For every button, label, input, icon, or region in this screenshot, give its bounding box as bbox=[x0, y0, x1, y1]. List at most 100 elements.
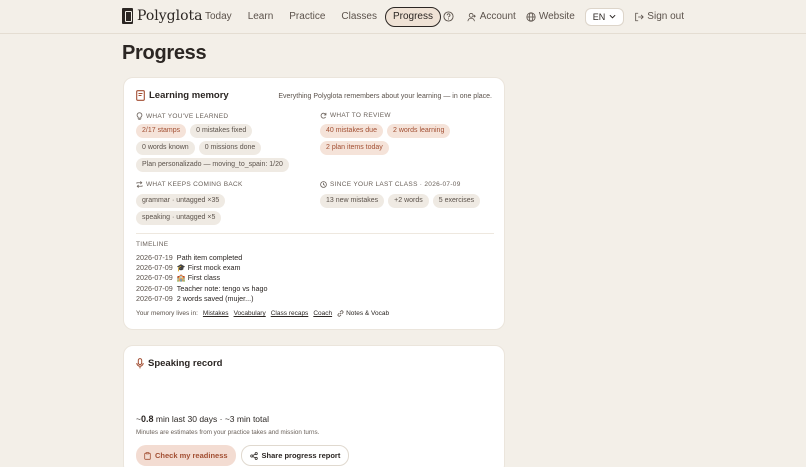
timeline-date: 2026-07-09 bbox=[136, 293, 173, 303]
timeline-row: 2026-07-09 Teacher note: tengo vs hago bbox=[136, 284, 268, 294]
nav-link-today[interactable]: Today bbox=[205, 8, 232, 26]
timeline-text: 🎓 First mock exam bbox=[176, 263, 241, 273]
chip-plan-items[interactable]: 2 plan items today bbox=[320, 141, 389, 155]
timeline-date: 2026-07-09 bbox=[136, 263, 173, 273]
learning-memory-title: Learning memory bbox=[149, 90, 229, 101]
link-notes-vocab-label: Notes & Vocab bbox=[346, 310, 390, 317]
coming-back-chips: grammar · untagged ×35 speaking · untagg… bbox=[136, 194, 311, 228]
clock-icon bbox=[320, 181, 327, 188]
chip-exercises[interactable]: 5 exercises bbox=[432, 194, 481, 208]
since-class-chips: 13 new mistakes +2 words 5 exercises bbox=[320, 194, 500, 211]
nav-link-practice[interactable]: Practice bbox=[289, 8, 325, 26]
brand[interactable]: Polyglota bbox=[122, 7, 203, 25]
coming-back-section-title: WHAT KEEPS COMING BACK bbox=[136, 181, 243, 188]
learned-section-title: WHAT YOU'VE LEARNED bbox=[136, 112, 228, 120]
chip-missions-done[interactable]: 0 missions done bbox=[198, 141, 262, 155]
learning-memory-header: Learning memory bbox=[136, 90, 229, 101]
speaking-minutes: 0.8 bbox=[140, 414, 154, 424]
link-coach[interactable]: Coach bbox=[313, 310, 332, 317]
help-button[interactable] bbox=[443, 11, 457, 22]
book-icon bbox=[136, 90, 145, 101]
page-title: Progress bbox=[122, 42, 207, 64]
nav-link-learn[interactable]: Learn bbox=[248, 8, 274, 26]
language-select[interactable]: EN bbox=[584, 7, 625, 26]
timeline-row: 2026-07-09 🎓 First mock exam bbox=[136, 263, 268, 273]
timeline-text: Path item completed bbox=[176, 253, 243, 262]
clipboard-icon bbox=[144, 451, 151, 460]
learning-memory-note: Everything Polyglota remembers about you… bbox=[278, 93, 492, 100]
website-label: Website bbox=[538, 11, 575, 22]
chip-stamps[interactable]: 2/17 stamps bbox=[136, 124, 187, 138]
language-value: EN bbox=[592, 11, 606, 22]
globe-icon bbox=[526, 11, 536, 22]
chip-grammar[interactable]: grammar · untagged ×35 bbox=[136, 194, 226, 208]
memory-links: Your memory lives in: Mistakes Vocabular… bbox=[136, 310, 389, 317]
chip-words-learning[interactable]: 2 words learning bbox=[386, 124, 451, 138]
link-icon bbox=[337, 310, 344, 317]
refresh-icon bbox=[320, 112, 327, 119]
memory-links-prefix: Your memory lives in: bbox=[136, 310, 198, 317]
review-section-title: WHAT TO REVIEW bbox=[320, 112, 391, 119]
account-icon bbox=[467, 12, 476, 21]
link-mistakes[interactable]: Mistakes bbox=[203, 310, 229, 317]
timeline-row: 2026-07-19 Path item completed bbox=[136, 253, 268, 263]
timeline-date: 2026-07-19 bbox=[136, 253, 173, 262]
speaking-record-title: Speaking record bbox=[148, 358, 223, 369]
timeline-text: Teacher note: tengo vs hago bbox=[176, 283, 268, 293]
mic-icon bbox=[136, 358, 144, 369]
check-readiness-button[interactable]: Check my readiness bbox=[136, 445, 236, 466]
learning-memory-card: Learning memory Everything Polyglota rem… bbox=[123, 77, 505, 330]
since-class-section-title: SINCE YOUR LAST CLASS · 2026-07-09 bbox=[320, 181, 461, 188]
timeline-row: 2026-07-09 🏫 First class bbox=[136, 273, 268, 283]
signout-link[interactable]: Sign out bbox=[634, 11, 684, 22]
top-nav: Polyglota Today Learn Practice Classes P… bbox=[0, 0, 806, 34]
timeline-date: 2026-07-09 bbox=[136, 283, 173, 293]
chip-words-known[interactable]: 0 words known bbox=[136, 141, 195, 155]
chip-new-mistakes[interactable]: 13 new mistakes bbox=[320, 194, 385, 208]
timeline-title: TIMELINE bbox=[136, 241, 169, 248]
since-class-title: SINCE YOUR LAST CLASS · 2026-07-09 bbox=[330, 181, 461, 188]
timeline-date: 2026-07-09 bbox=[136, 273, 173, 283]
share-report-label: Share progress report bbox=[261, 451, 341, 460]
nav-link-classes[interactable]: Classes bbox=[341, 8, 377, 26]
share-icon bbox=[249, 451, 258, 460]
timeline-row: 2026-07-09 2 words saved (mujer...) bbox=[136, 294, 268, 304]
website-link[interactable]: Website bbox=[526, 11, 575, 22]
nav-links: Today Learn Practice Classes Progress bbox=[205, 7, 457, 27]
speaking-note: Minutes are estimates from your practice… bbox=[136, 429, 320, 436]
speaking-record-card: Speaking record ~0.8 min last 30 days · … bbox=[123, 345, 505, 467]
review-title: WHAT TO REVIEW bbox=[330, 112, 391, 119]
chip-mistakes-due[interactable]: 40 mistakes due bbox=[320, 124, 383, 138]
signout-icon bbox=[635, 12, 645, 21]
section-divider bbox=[136, 233, 494, 234]
timeline-list: 2026-07-19 Path item completed 2026-07-09… bbox=[136, 253, 268, 304]
chip-speaking[interactable]: speaking · untagged ×5 bbox=[136, 211, 222, 225]
brand-name: Polyglota bbox=[137, 8, 203, 24]
timeline-text: 2 words saved (mujer...) bbox=[176, 293, 254, 303]
timeline-text: 🏫 First class bbox=[176, 273, 221, 283]
link-vocabulary[interactable]: Vocabulary bbox=[234, 310, 266, 317]
share-report-button[interactable]: Share progress report bbox=[240, 445, 350, 466]
logo-icon bbox=[122, 8, 133, 24]
help-icon bbox=[443, 11, 454, 22]
link-notes-vocab[interactable]: Notes & Vocab bbox=[337, 310, 389, 317]
chip-new-words[interactable]: +2 words bbox=[388, 194, 429, 208]
lightbulb-icon bbox=[136, 112, 143, 120]
signout-label: Sign out bbox=[647, 11, 684, 22]
coming-back-title: WHAT KEEPS COMING BACK bbox=[146, 181, 243, 188]
chip-plan[interactable]: Plan personalizado — moving_to_spain: 1/… bbox=[136, 158, 289, 172]
speaking-stat-rest: min last 30 days · ~3 min total bbox=[155, 414, 270, 424]
check-readiness-label: Check my readiness bbox=[155, 451, 228, 460]
link-class-recaps[interactable]: Class recaps bbox=[271, 310, 309, 317]
learned-title: WHAT YOU'VE LEARNED bbox=[146, 112, 229, 120]
review-chips: 40 mistakes due 2 words learning 2 plan … bbox=[320, 124, 495, 158]
speaking-stat: ~0.8 min last 30 days · ~3 min total bbox=[136, 414, 269, 424]
repeat-icon bbox=[136, 181, 143, 188]
learned-chips: 2/17 stamps 0 mistakes fixed 0 words kno… bbox=[136, 124, 311, 175]
chip-mistakes-fixed[interactable]: 0 mistakes fixed bbox=[190, 124, 253, 138]
nav-right: Account Website EN Sign out bbox=[433, 6, 684, 27]
speaking-actions: Check my readiness Share progress report bbox=[136, 445, 354, 466]
account-label: Account bbox=[479, 11, 516, 22]
chevron-down-icon bbox=[609, 14, 616, 19]
account-link[interactable]: Account bbox=[467, 11, 516, 22]
